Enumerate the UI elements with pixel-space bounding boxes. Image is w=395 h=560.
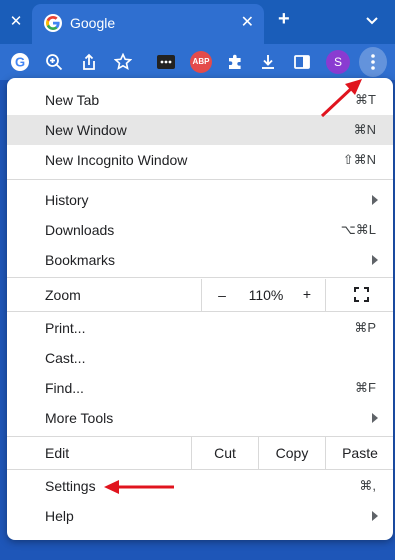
menu-item-new-window[interactable]: New Window ⌘N [7,115,393,145]
google-g-icon[interactable]: G [8,50,32,74]
chrome-menu: New Tab ⌘T New Window ⌘N New Incognito W… [7,78,393,540]
submenu-arrow-icon [372,511,378,521]
shortcut-label: ⌘, [359,478,376,493]
side-panel-icon[interactable] [290,50,314,74]
tab-strip: ✕ Google ✕ + [0,0,395,44]
adblock-plus-icon[interactable]: ABP [190,51,212,73]
kebab-menu-icon[interactable] [359,47,387,77]
shortcut-label: ⌘N [353,122,376,137]
menu-item-cast[interactable]: Cast... [7,343,393,373]
menu-item-label: History [45,192,89,208]
bookmark-star-icon[interactable] [111,50,135,74]
menu-divider [7,469,393,470]
menu-item-label: New Incognito Window [45,152,188,168]
zoom-label: Zoom [45,287,81,303]
new-tab-plus-icon[interactable]: + [278,8,290,31]
submenu-arrow-icon [372,195,378,205]
menu-item-bookmarks[interactable]: Bookmarks [7,245,393,275]
edit-label: Edit [45,445,70,461]
share-icon[interactable] [77,50,101,74]
menu-divider [7,311,393,312]
menu-item-history[interactable]: History [7,185,393,215]
menu-item-label: Cast... [45,350,86,366]
browser-toolbar: G ABP S [0,44,395,80]
zoom-icon[interactable] [42,50,66,74]
fullscreen-icon[interactable] [354,287,369,302]
menu-item-label: Downloads [45,222,115,238]
zoom-divider [325,279,326,311]
menu-divider [7,179,393,180]
submenu-arrow-icon [372,255,378,265]
cut-button[interactable]: Cut [192,445,258,461]
close-icon[interactable]: ✕ [6,12,26,32]
tab-close-icon[interactable]: ✕ [241,12,254,32]
menu-item-new-tab[interactable]: New Tab ⌘T [7,85,393,115]
tab-google[interactable]: Google ✕ [32,4,264,44]
menu-item-label: New Window [45,122,127,138]
shortcut-label: ⌘P [354,320,376,335]
copy-button[interactable]: Copy [259,445,325,461]
menu-item-print[interactable]: Print... ⌘P [7,313,393,343]
menu-item-more-tools[interactable]: More Tools [7,403,393,433]
tab-title: Google [70,15,116,31]
page-edge [0,86,6,116]
menu-divider [7,277,393,278]
menu-item-downloads[interactable]: Downloads ⌥⌘L [7,215,393,245]
extensions-puzzle-icon[interactable] [223,50,247,74]
menu-item-label: Print... [45,320,86,336]
menu-item-find[interactable]: Find... ⌘F [7,373,393,403]
menu-item-settings[interactable]: Settings ⌘, [7,471,393,501]
menu-item-label: Help [45,508,74,524]
menu-item-help[interactable]: Help [7,501,393,531]
shortcut-label: ⌘F [355,380,376,395]
password-extension-icon[interactable] [154,50,178,74]
download-icon[interactable] [256,50,280,74]
svg-text:G: G [15,55,25,70]
zoom-row: Zoom – 110% + [7,279,393,311]
menu-item-new-incognito-window[interactable]: New Incognito Window ⇧⌘N [7,145,393,175]
shortcut-label: ⇧⌘N [342,152,376,167]
menu-item-label: Find... [45,380,84,396]
menu-item-label: More Tools [45,410,114,426]
zoom-level: 110% [248,287,284,303]
profile-avatar[interactable]: S [326,50,350,74]
zoom-out-button[interactable]: – [211,287,233,303]
menu-item-label: Settings [45,478,96,494]
shortcut-label: ⌘T [355,92,376,107]
submenu-arrow-icon [372,413,378,423]
menu-item-label: New Tab [45,92,100,108]
shortcut-label: ⌥⌘L [340,222,376,237]
paste-button[interactable]: Paste [326,445,393,461]
google-logo-icon [44,14,62,32]
zoom-in-button[interactable]: + [297,286,317,302]
menu-item-label: Bookmarks [45,252,116,268]
chevron-down-icon[interactable] [364,12,380,28]
zoom-divider [201,279,202,311]
edit-row: Edit Cut Copy Paste [7,437,393,469]
